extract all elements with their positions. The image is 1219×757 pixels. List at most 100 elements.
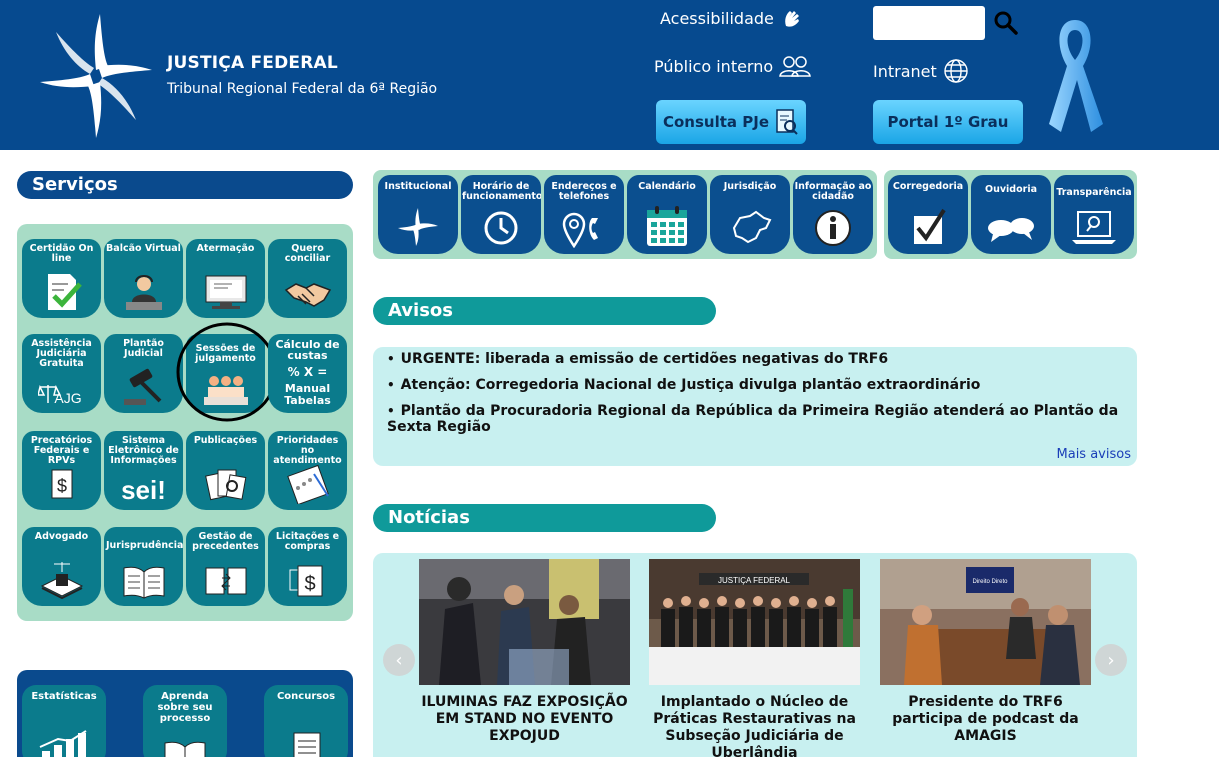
certificate-icon [47, 274, 82, 310]
quick-link-label: Jurisdição [723, 181, 777, 192]
document-search-icon [776, 109, 798, 135]
quick-link-calendario[interactable]: Calendário [627, 175, 707, 254]
carousel-next-button[interactable]: › [1095, 644, 1127, 676]
svg-text:$: $ [56, 476, 66, 496]
avisos-panel: • URGENTE: liberada a emissão de certidõe… [373, 347, 1137, 466]
quick-link-label: Corregedoria [892, 181, 964, 192]
quick-link-informacao[interactable]: Informação ao cidadão [793, 175, 873, 254]
service-tile-precedentes[interactable]: Gestão de precedentes [186, 527, 265, 606]
quick-link-enderecos[interactable]: Endereços e telefones [544, 175, 624, 254]
news-card[interactable]: JUSTIÇA FEDERAL Implantado o Núcleo de P… [649, 559, 860, 757]
quick-link-label: Transparência [1056, 187, 1132, 198]
ajg-badge: AJG [54, 390, 81, 406]
service-tile-atermacao[interactable]: Atermação [186, 239, 265, 318]
calc-symbols: % X = [287, 365, 328, 379]
service-tile-label: Concursos [276, 691, 336, 702]
map-icon [732, 210, 772, 244]
quick-link-transparencia[interactable]: Transparência [1054, 175, 1134, 254]
globe-icon [944, 59, 968, 83]
service-tile-certidao[interactable]: Certidão On line [22, 239, 101, 318]
awareness-ribbon-icon [1049, 20, 1103, 132]
public-link[interactable]: Público interno [654, 54, 812, 78]
service-tile-conciliar[interactable]: Quero conciliar [268, 239, 347, 318]
news-image [419, 559, 630, 685]
noticias-panel: ‹ › ILUMINAS FAZ EXPOSIÇÃO EM STAND NO E… [373, 553, 1137, 757]
pje-label: Consulta PJe [662, 113, 769, 131]
news-card[interactable]: ILUMINAS FAZ EXPOSIÇÃO EM STAND NO EVENT… [419, 559, 630, 745]
service-tile-publicacoes[interactable]: Publicações [186, 431, 265, 510]
quick-link-ouvidoria[interactable]: Ouvidoria [971, 175, 1051, 254]
avisos-heading: Avisos [373, 297, 716, 325]
aviso-item[interactable]: • Atenção: Corregedoria Nacional de Justi… [387, 377, 1121, 393]
intranet-link[interactable]: Intranet [873, 58, 969, 84]
news-title: Implantado o Núcleo de Práticas Restaura… [653, 694, 856, 757]
service-tile-prioridades[interactable]: Prioridades no atendimento [268, 431, 347, 510]
service-tile-label: Estatísticas [31, 691, 97, 702]
noticias-heading: Notícias [373, 504, 716, 532]
service-tile-aprenda[interactable]: Aprenda sobre seu processo [143, 685, 227, 757]
carousel-prev-button[interactable]: ‹ [383, 644, 415, 676]
mais-avisos-link[interactable]: Mais avisos [1057, 447, 1131, 462]
book-icon [123, 566, 164, 599]
service-tile-label: Licitações e compras [275, 531, 340, 552]
news-sign-text: JUSTIÇA FEDERAL [718, 576, 791, 585]
consulta-pje-button[interactable]: Consulta PJe [656, 100, 806, 144]
precedents-icon [205, 567, 246, 595]
service-tile-label: Gestão de precedentes [192, 531, 259, 552]
service-tile-label: Publicações [193, 435, 258, 446]
dollar-doc-icon: $ [51, 469, 72, 499]
service-tile-label: Atermação [196, 243, 255, 254]
service-tile-label: Prioridades no atendimento [273, 435, 342, 466]
calc-tabelas: Tabelas [284, 394, 331, 407]
service-tile-label: Aprenda sobre seu processo [157, 691, 213, 724]
accessibility-link[interactable]: Acessibilidade [660, 6, 804, 30]
service-tile-calculo[interactable]: Cálculo de custas % X = Manual Tabelas [268, 334, 347, 413]
info-icon [815, 210, 851, 246]
portal-1-grau-button[interactable]: Portal 1º Grau [873, 100, 1023, 144]
service-tile-label: Advogado [34, 531, 89, 542]
quick-link-corregedoria[interactable]: Corregedoria [888, 175, 968, 254]
svg-text:$: $ [304, 573, 315, 595]
service-tile-label: Sistema Eletrônico de Informações [108, 435, 179, 466]
service-tile-precatorios[interactable]: Precatórios Federais e RPVs $ [22, 431, 101, 510]
site-header: JUSTIÇA FEDERAL Tribunal Regional Federa… [0, 0, 1219, 150]
service-tile-jurisprudencia[interactable]: Jurisprudência [104, 527, 183, 606]
news-title: Presidente do TRF6 participa de podcast … [892, 694, 1079, 744]
highlight-circle [176, 322, 278, 422]
ajg-icon: AJG [37, 384, 81, 406]
service-tile-plantao[interactable]: Plantão Judicial [104, 334, 183, 413]
clock-icon [484, 211, 518, 245]
sign-language-icon [785, 11, 799, 27]
page: JUSTIÇA FEDERAL Tribunal Regional Federa… [0, 0, 1219, 757]
news-card[interactable]: Direito Direto Presidente do TRF6 partic… [880, 559, 1091, 745]
chevron-left-icon: ‹ [395, 649, 403, 671]
service-tile-licitacoes[interactable]: Licitações e compras $ [268, 527, 347, 606]
service-tile-concursos[interactable]: Concursos [264, 685, 348, 757]
search-icon[interactable] [993, 10, 1019, 36]
calendar-icon [647, 206, 687, 246]
site-subtitle: Tribunal Regional Federal da 6ª Região [167, 81, 438, 97]
service-tile-sei[interactable]: Sistema Eletrônico de Informações sei! [104, 431, 183, 510]
stats-icon [39, 730, 87, 757]
service-tile-estatisticas[interactable]: Estatísticas [22, 685, 106, 757]
publications-icon [204, 469, 246, 501]
quick-link-jurisdicao[interactable]: Jurisdição [710, 175, 790, 254]
chevron-right-icon: › [1107, 649, 1115, 671]
gavel-icon [123, 368, 161, 405]
quick-link-horario[interactable]: Horário de funcionamento [461, 175, 541, 254]
service-tile-balcao[interactable]: Balcão Virtual [104, 239, 183, 318]
search-input[interactable] [873, 6, 985, 40]
portal-label: Portal 1º Grau [887, 113, 1009, 131]
aviso-item[interactable]: • Plantão da Procuradoria Regional da Rep… [387, 403, 1121, 435]
quick-link-institucional[interactable]: Institucional [378, 175, 458, 254]
justica-federal-logo-icon[interactable] [36, 10, 156, 142]
institutional-icon [398, 208, 438, 246]
check-icon [914, 208, 946, 244]
exam-icon [293, 732, 321, 757]
quick-link-label: Ouvidoria [985, 184, 1037, 195]
service-tile-label: Plantão Judicial [123, 338, 164, 359]
service-tile-advogado[interactable]: Advogado [22, 527, 101, 606]
laptop-search-icon [1072, 211, 1116, 244]
aviso-item[interactable]: • URGENTE: liberada a emissão de certidõe… [387, 351, 1121, 367]
service-tile-ajg[interactable]: Assistência Judiciária Gratuita AJG [22, 334, 101, 413]
